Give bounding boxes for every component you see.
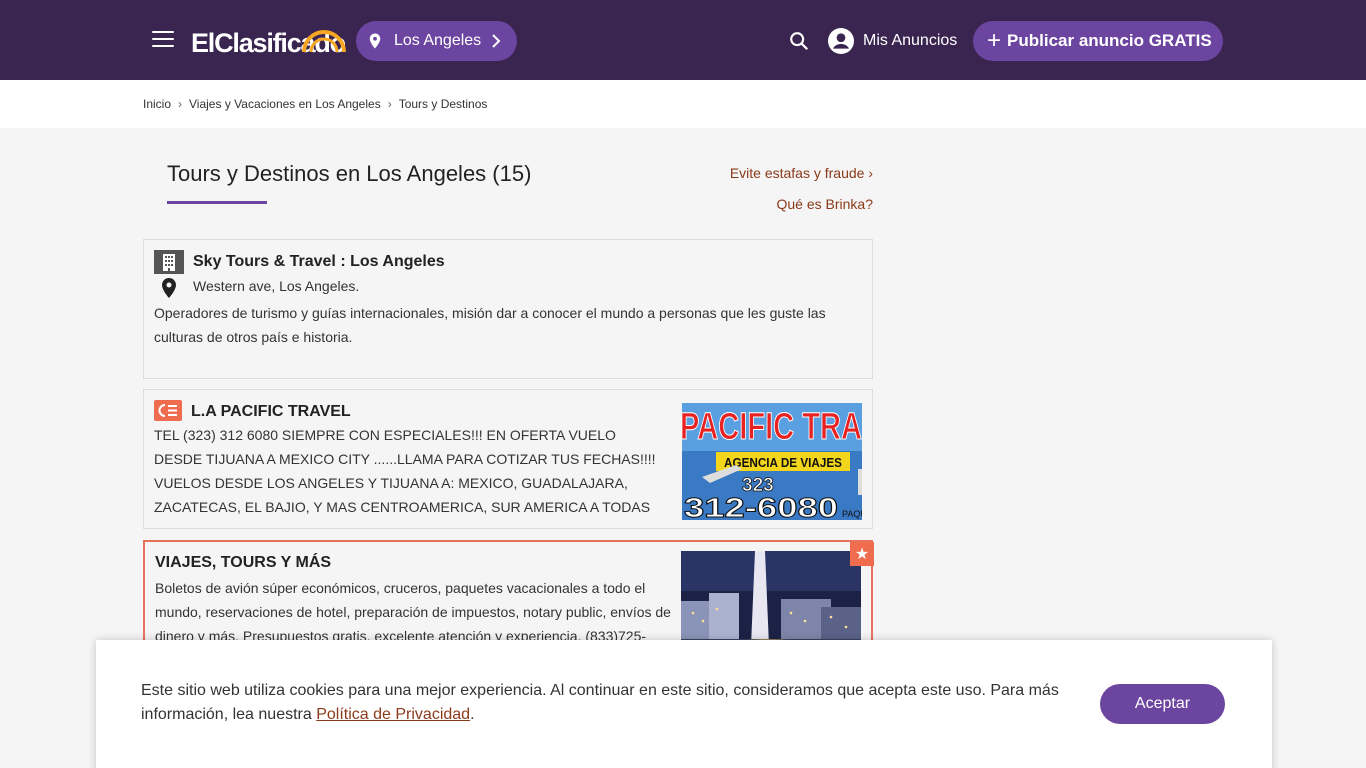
location-label: Los Angeles	[394, 32, 482, 49]
page-title: Tours y Destinos en Los Angeles (15)	[167, 161, 532, 186]
image-text-line5: PAQU	[842, 509, 862, 519]
breadcrumb: Inicio › Viajes y Vacaciones en Los Ange…	[143, 97, 487, 111]
logo-arc-icon	[302, 30, 346, 53]
publish-ad-label: Publicar anuncio GRATIS	[1007, 31, 1212, 50]
accept-cookies-button[interactable]: Aceptar	[1100, 684, 1225, 724]
listing-title[interactable]: L.A PACIFIC TRAVEL	[191, 403, 351, 421]
my-ads-label: Mis Anuncios	[863, 32, 958, 49]
image-text-line1: PACIFIC TRA	[682, 406, 862, 448]
listing-image[interactable]: PACIFIC TRA AGENCIA DE VIAJES 323 312-60…	[682, 403, 862, 520]
listing-title[interactable]: Sky Tours & Travel : Los Angeles	[193, 253, 445, 271]
breadcrumb-current[interactable]: Tours y Destinos	[399, 97, 488, 111]
listing-card[interactable]: L.A PACIFIC TRAVEL TEL (323) 312 6080 SI…	[143, 389, 873, 529]
listing-title[interactable]: VIAJES, TOURS Y MÁS	[155, 554, 331, 572]
cookie-message: Este sitio web utiliza cookies para una …	[141, 679, 1081, 727]
image-text-line4: 312-6080	[684, 492, 838, 520]
plus-icon: +	[987, 27, 1002, 54]
image-text-line2: AGENCIA DE VIAJES	[724, 455, 842, 470]
featured-star-icon: ★	[850, 542, 874, 566]
chevron-right-icon	[492, 34, 501, 48]
building-icon	[154, 250, 184, 274]
my-ads-link[interactable]: Mis Anuncios	[828, 27, 957, 55]
listing-description: Boletos de avión súper económicos, cruce…	[155, 580, 671, 644]
cookie-banner: Este sitio web utiliza cookies para una …	[96, 640, 1272, 768]
location-selector[interactable]: Los Angeles	[356, 21, 517, 61]
search-icon[interactable]	[788, 30, 810, 52]
breadcrumb-home[interactable]: Inicio	[143, 97, 171, 111]
cookie-text-end: .	[470, 706, 475, 723]
cookie-text: Este sitio web utiliza cookies para una …	[141, 682, 1059, 723]
breadcrumb-separator: ›	[178, 97, 183, 111]
breadcrumb-category[interactable]: Viajes y Vacaciones en Los Angeles	[189, 97, 381, 111]
location-pin-icon	[369, 33, 381, 49]
breadcrumb-separator: ›	[387, 97, 392, 111]
location-pin-icon	[162, 278, 176, 298]
listing-description: TEL (323) 312 6080 SIEMPRE CON ESPECIALE…	[154, 427, 656, 515]
account-icon	[828, 28, 854, 54]
listing-card[interactable]: Sky Tours & Travel : Los Angeles Western…	[143, 239, 873, 379]
privacy-policy-link[interactable]: Política de Privacidad	[316, 706, 470, 723]
top-header: ElClasificado Los Angeles Mis Anuncios +…	[0, 0, 1366, 80]
publish-ad-button[interactable]: + Publicar anuncio GRATIS	[973, 21, 1223, 61]
listing-description: Operadores de turismo y guías internacio…	[154, 305, 826, 345]
ce-badge-icon	[154, 400, 182, 421]
breadcrumb-bar: Inicio › Viajes y Vacaciones en Los Ange…	[0, 80, 1366, 128]
listing-address: Western ave, Los Angeles.	[193, 278, 360, 294]
fraud-warning-link[interactable]: Evite estafas y fraude ›	[730, 165, 873, 181]
menu-icon[interactable]	[152, 31, 174, 49]
what-is-brinka-link[interactable]: Qué es Brinka?	[777, 196, 874, 212]
title-underline	[167, 201, 267, 204]
